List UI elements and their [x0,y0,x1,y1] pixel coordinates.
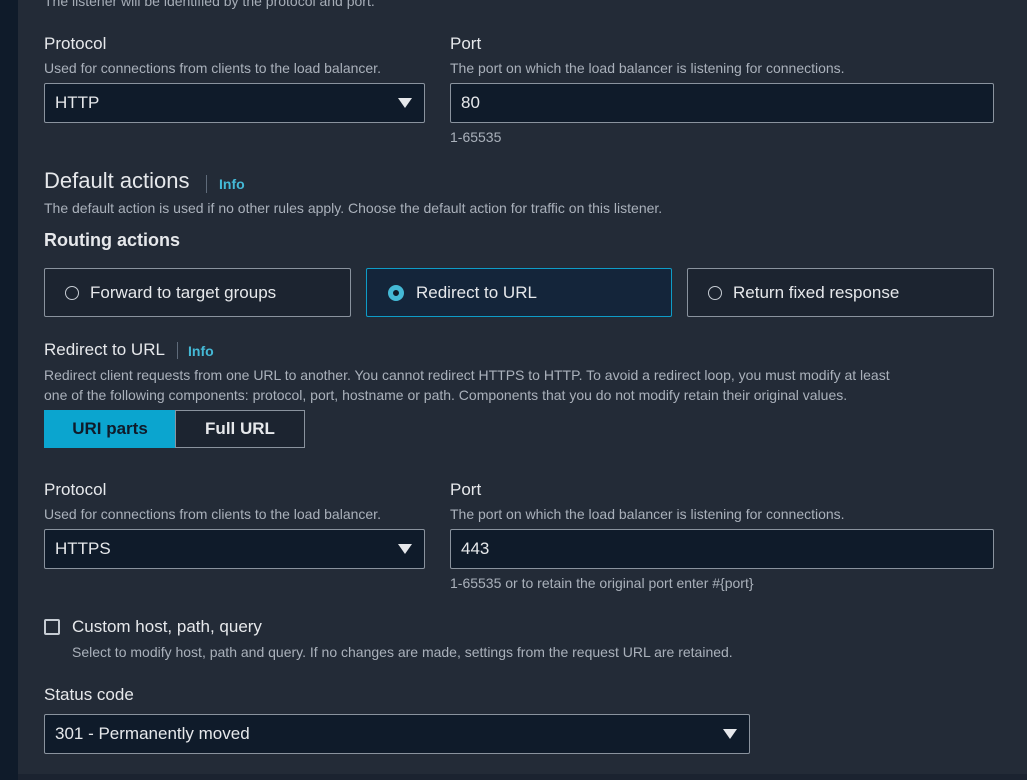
protocol-select-value: HTTP [55,93,100,112]
uri-parts-toggle[interactable]: URI parts [44,410,176,448]
routing-option-fixed-response[interactable]: Return fixed response [687,268,994,317]
default-actions-title: Default actions [44,168,190,193]
full-url-toggle[interactable]: Full URL [175,410,305,448]
radio-off-icon [708,285,722,300]
redirect-info-link[interactable]: Info [188,343,214,359]
redirect-port-label: Port [450,480,482,499]
redirect-port-hint: 1-65535 or to retain the original port e… [450,575,754,591]
redirect-port-input-value: 443 [461,539,490,558]
custom-host-label[interactable]: Custom host, path, query [72,617,262,637]
info-separator [177,342,178,359]
form-panel: The listener will be identified by the p… [18,0,1027,780]
port-input[interactable]: 80 [450,83,994,123]
custom-host-description: Select to modify host, path and query. I… [72,644,733,660]
caret-down-icon [723,729,737,739]
redirect-protocol-label: Protocol [44,480,107,499]
redirect-protocol-description: Used for connections from clients to the… [44,506,381,522]
redirect-protocol-select-value: HTTPS [55,539,111,558]
redirect-description-line2: one of the following components: protoco… [44,387,848,403]
redirect-port-description: The port on which the load balancer is l… [450,506,845,522]
default-actions-info-link[interactable]: Info [219,176,245,192]
custom-host-checkbox[interactable] [44,619,60,635]
default-actions-description: The default action is used if no other r… [44,200,663,216]
redirect-description-line1: Redirect client requests from one URL to… [44,367,890,383]
radio-on-icon [388,284,404,301]
caret-down-icon [398,98,412,108]
redirect-title: Redirect to URL [44,340,165,359]
status-code-label: Status code [44,685,134,704]
status-code-select[interactable]: 301 - Permanently moved [44,714,750,754]
routing-option-label: Forward to target groups [90,282,277,302]
routing-option-forward[interactable]: Forward to target groups [44,268,351,317]
panel-bottom-edge [18,774,1027,780]
protocol-description: Used for connections from clients to the… [44,60,381,76]
radio-off-icon [65,285,79,300]
port-description: The port on which the load balancer is l… [450,60,845,76]
protocol-label: Protocol [44,34,107,53]
routing-option-redirect[interactable]: Redirect to URL [366,268,672,317]
routing-option-label: Redirect to URL [416,282,537,302]
port-label: Port [450,34,482,53]
redirect-port-input[interactable]: 443 [450,529,994,569]
redirect-protocol-select[interactable]: HTTPS [44,529,425,569]
protocol-select[interactable]: HTTP [44,83,425,123]
caret-down-icon [398,544,412,554]
routing-option-label: Return fixed response [733,282,900,302]
status-code-select-value: 301 - Permanently moved [55,724,250,743]
routing-actions-label: Routing actions [44,230,180,250]
info-separator [206,175,207,193]
port-input-value: 80 [461,93,480,112]
port-hint: 1-65535 [450,129,502,145]
listener-note: The listener will be identified by the p… [44,0,375,9]
